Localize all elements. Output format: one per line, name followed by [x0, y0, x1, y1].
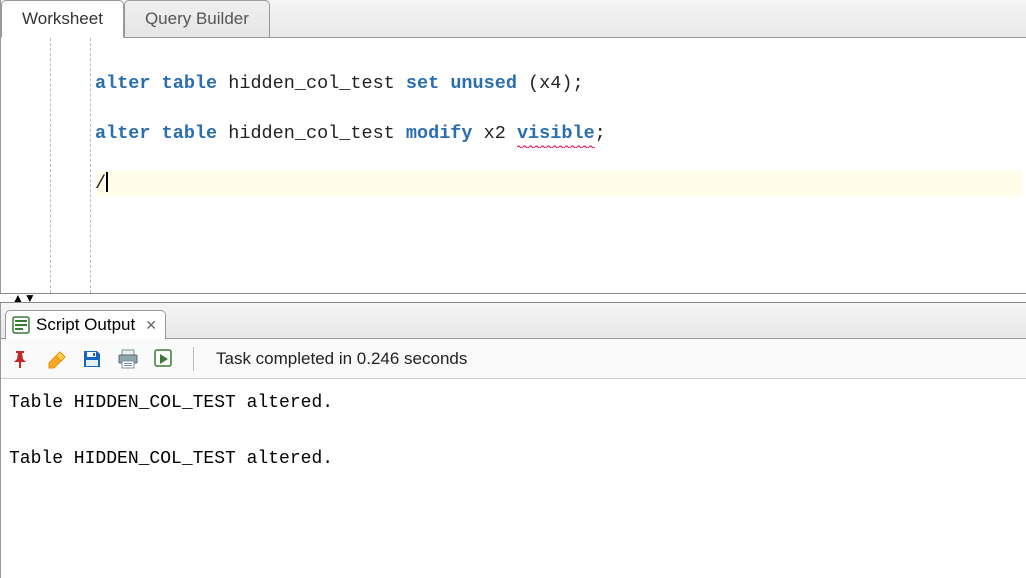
output-tab-label: Script Output [36, 315, 135, 335]
save-icon[interactable] [81, 348, 103, 370]
editor-tabs: Worksheet Query Builder [1, 0, 1026, 38]
output-panel: Script Output ✕ [0, 303, 1026, 578]
text-cursor [106, 172, 108, 192]
tab-query-builder[interactable]: Query Builder [124, 0, 270, 37]
print-icon[interactable] [117, 348, 139, 370]
run-output-icon[interactable] [153, 348, 175, 370]
code-editor[interactable]: alter table hidden_col_test set unused (… [1, 38, 1026, 293]
editor-gutter-outer [1, 38, 51, 293]
error-squiggle: visible [517, 121, 595, 146]
output-tabs: Script Output ✕ [1, 303, 1026, 339]
pin-icon[interactable] [9, 348, 31, 370]
output-line: Table HIDDEN_COL_TEST altered. [9, 449, 333, 469]
tab-script-output[interactable]: Script Output ✕ [5, 310, 166, 339]
code-text-area[interactable]: alter table hidden_col_test set unused (… [91, 38, 1026, 293]
script-output-icon [12, 316, 30, 334]
output-line: Table HIDDEN_COL_TEST altered. [9, 393, 333, 413]
close-icon[interactable]: ✕ [145, 317, 157, 334]
eraser-icon[interactable] [45, 348, 67, 370]
editor-panel: Worksheet Query Builder alter table hidd… [0, 0, 1026, 293]
editor-gutter-inner [51, 38, 91, 293]
splitter-grip-icon: ▲▼ [12, 294, 36, 302]
toolbar-separator [193, 347, 194, 371]
output-text-area[interactable]: Table HIDDEN_COL_TEST altered. Table HID… [1, 379, 1026, 578]
code-line-3[interactable]: / [95, 171, 1022, 196]
tab-worksheet[interactable]: Worksheet [1, 0, 124, 38]
panel-splitter[interactable]: ▲▼ [0, 293, 1026, 303]
output-toolbar: Task completed in 0.246 seconds [1, 339, 1026, 379]
code-line-1[interactable]: alter table hidden_col_test set unused (… [95, 71, 1022, 96]
code-line-2[interactable]: alter table hidden_col_test modify x2 vi… [95, 121, 1022, 146]
task-status-text: Task completed in 0.246 seconds [216, 349, 467, 369]
